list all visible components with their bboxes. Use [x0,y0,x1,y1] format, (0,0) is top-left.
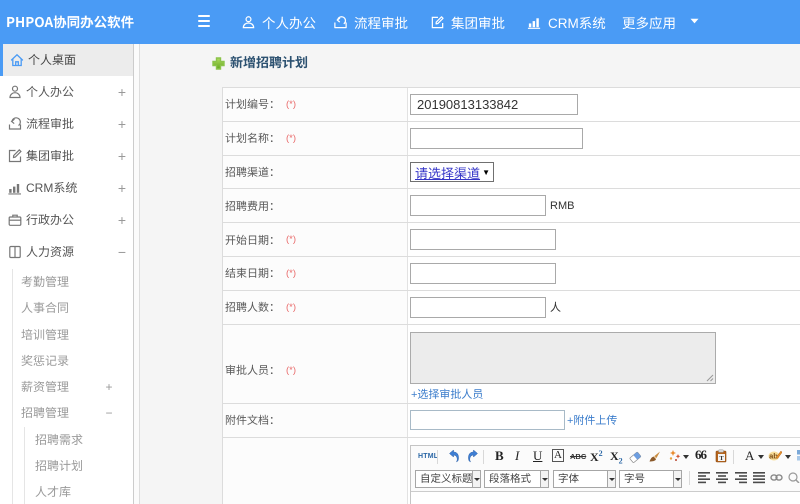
svg-text:T: T [719,455,724,462]
